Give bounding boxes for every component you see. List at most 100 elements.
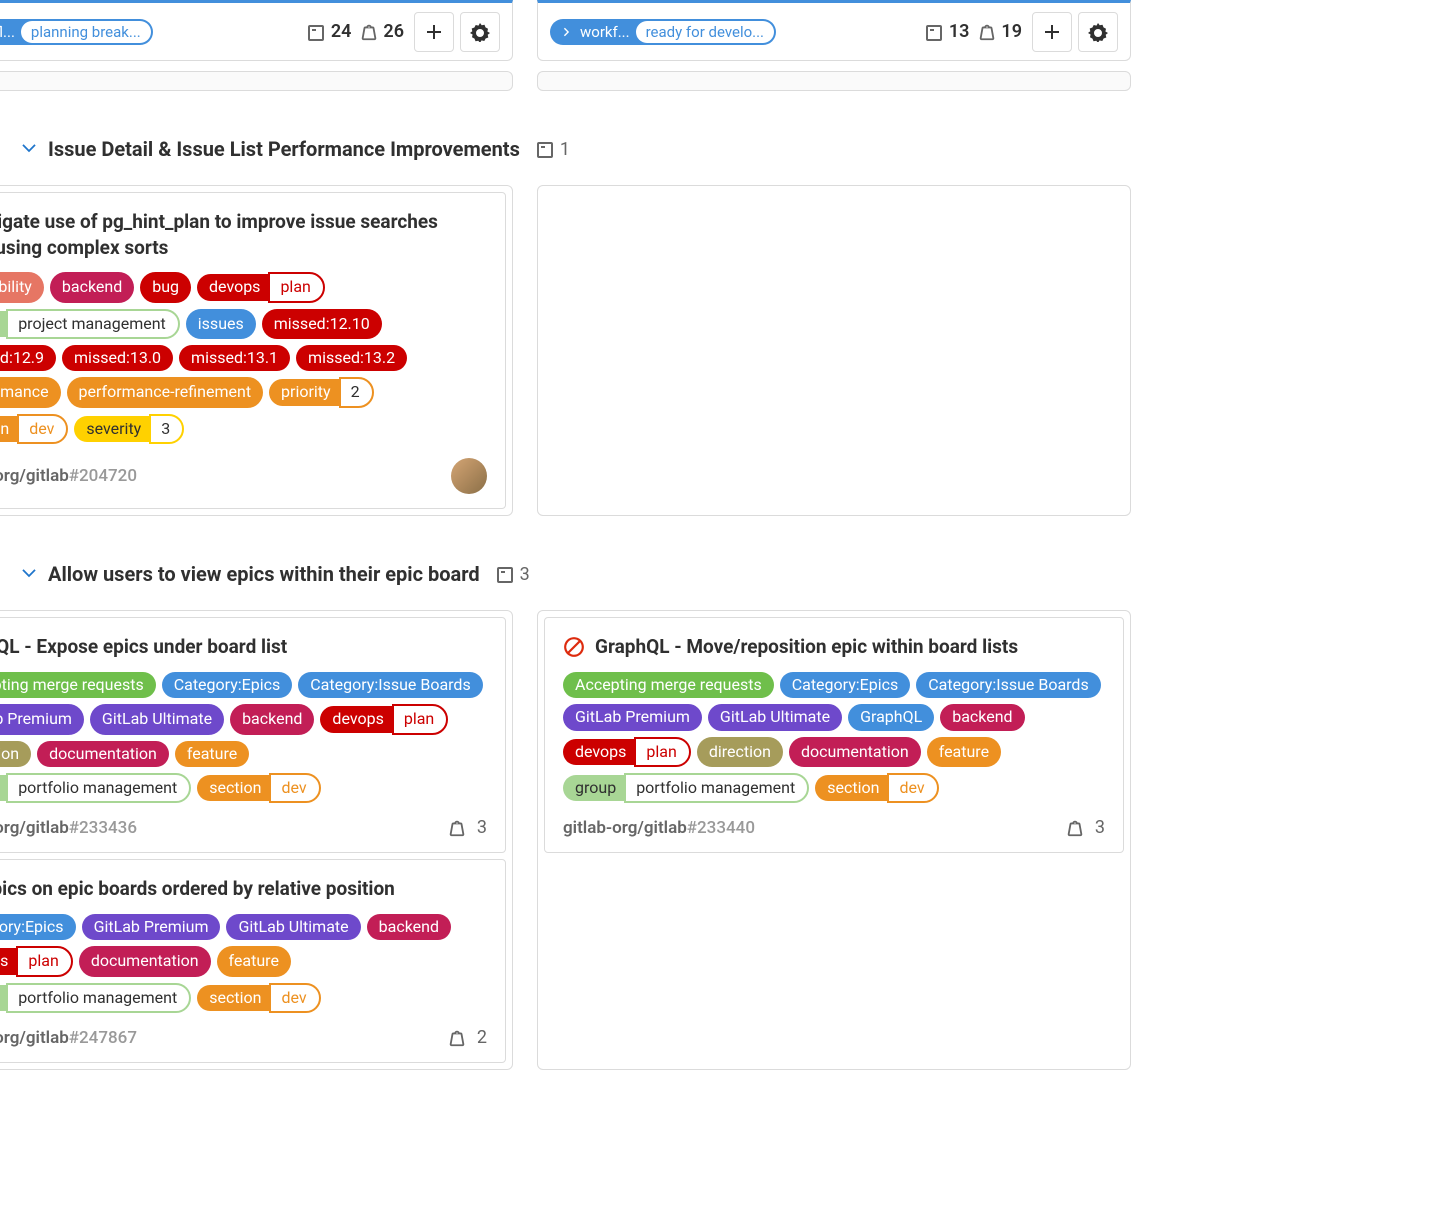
label[interactable]: backend xyxy=(940,704,1024,730)
label[interactable]: feature xyxy=(927,737,1001,767)
gear-icon xyxy=(470,22,490,42)
label[interactable]: missed:12.10 xyxy=(262,309,382,339)
label-section[interactable]: sectiondev xyxy=(815,773,938,803)
plus-icon xyxy=(1042,22,1062,42)
card-reference[interactable]: gitlab-org/gitlab#204720 xyxy=(0,466,137,486)
label[interactable]: missed:12.9 xyxy=(0,345,56,371)
chevron-down-icon xyxy=(20,138,38,156)
label[interactable]: bug xyxy=(140,272,191,302)
swimlane-toggle[interactable] xyxy=(20,563,38,585)
column-card-count: 13 xyxy=(925,21,970,42)
card-reference[interactable]: gitlab-org/gitlab#233436 xyxy=(0,818,137,838)
label-devops[interactable]: devopsplan xyxy=(320,704,448,734)
issue-card[interactable]: GraphQL - Move/reposition epic within bo… xyxy=(544,617,1124,853)
label[interactable]: availability xyxy=(0,272,44,302)
swimlanes-container: Issue Detail & Issue List Performance Im… xyxy=(0,133,1456,1070)
label[interactable]: Category:Issue Boards xyxy=(298,672,482,698)
card-icon xyxy=(307,22,327,42)
label-devops[interactable]: devopsplan xyxy=(0,946,73,976)
column-weight: 19 xyxy=(977,21,1022,42)
label[interactable]: GitLab Premium xyxy=(563,704,702,730)
swimlane-title: Allow users to view epics within their e… xyxy=(48,562,480,586)
label[interactable]: feature xyxy=(175,741,249,767)
card-labels: Category:EpicsGitLab PremiumGitLab Ultim… xyxy=(0,914,487,1013)
board-column-headers: 2 0 workfl... planning break... xyxy=(0,0,1456,91)
label[interactable]: GraphQL xyxy=(848,704,934,730)
issue-card[interactable]: GraphQL - Expose epics under board list … xyxy=(0,617,506,853)
swimlane-cell[interactable]: GraphQL - Expose epics under board list … xyxy=(0,610,513,1070)
label[interactable]: direction xyxy=(697,737,783,767)
column-filter-pill[interactable]: workfl... planning break... xyxy=(0,19,153,45)
label[interactable]: missed:13.0 xyxy=(62,345,173,371)
label[interactable]: missed:13.2 xyxy=(296,345,407,371)
label-section[interactable]: sectiondev xyxy=(0,414,68,444)
card-title: GraphQL - Move/reposition epic within bo… xyxy=(563,634,1105,660)
label-group[interactable]: groupproject management xyxy=(0,309,180,339)
label[interactable]: Accepting merge requests xyxy=(563,672,774,698)
blocked-icon xyxy=(563,636,585,658)
card-weight: 3 xyxy=(447,817,487,838)
issue-card[interactable]: Investigate use of pg_hint_plan to impro… xyxy=(0,192,506,509)
add-card-button[interactable] xyxy=(414,12,454,52)
label[interactable]: direction xyxy=(0,741,31,767)
column-body xyxy=(537,71,1131,91)
label-severity[interactable]: severity3 xyxy=(74,414,184,444)
card-weight: 3 xyxy=(1065,817,1105,838)
swimlane-cell[interactable]: GraphQL - Move/reposition epic within bo… xyxy=(537,610,1131,1070)
card-reference[interactable]: gitlab-org/gitlab#233440 xyxy=(563,818,755,838)
label[interactable]: backend xyxy=(50,272,134,302)
swimlane-cell[interactable]: Investigate use of pg_hint_plan to impro… xyxy=(0,185,513,516)
swimlane-cell[interactable] xyxy=(537,185,1131,516)
label-section[interactable]: sectiondev xyxy=(197,983,320,1013)
avatar[interactable] xyxy=(451,458,487,494)
card-weight: 2 xyxy=(447,1027,487,1048)
chevron-down-icon xyxy=(20,563,38,581)
label[interactable]: GitLab Premium xyxy=(0,704,84,734)
label-group[interactable]: groupportfolio management xyxy=(0,983,191,1013)
label[interactable]: documentation xyxy=(37,741,169,767)
column-settings-button[interactable] xyxy=(1078,12,1118,52)
column-filter-pill[interactable]: workf... ready for develo... xyxy=(550,19,776,45)
label[interactable]: feature xyxy=(217,946,291,976)
column-weight: 26 xyxy=(359,21,404,42)
swimlane-toggle[interactable] xyxy=(20,138,38,160)
label[interactable]: backend xyxy=(367,914,451,940)
label[interactable]: backend xyxy=(230,704,314,734)
label[interactable]: documentation xyxy=(789,737,921,767)
swimlane-row: GraphQL - Expose epics under board list … xyxy=(0,610,1456,1070)
label-group[interactable]: groupportfolio management xyxy=(563,773,809,803)
label[interactable]: missed:13.1 xyxy=(179,345,290,371)
column-settings-button[interactable] xyxy=(460,12,500,52)
weight-icon xyxy=(447,1028,467,1048)
label[interactable]: GitLab Ultimate xyxy=(90,704,224,734)
label[interactable]: Category:Issue Boards xyxy=(916,672,1100,698)
label-group[interactable]: groupportfolio management xyxy=(0,773,191,803)
label[interactable]: Category:Epics xyxy=(780,672,911,698)
label[interactable]: Category:Epics xyxy=(162,672,293,698)
card-labels: availabilitybackendbugdevopsplan grouppro… xyxy=(0,272,487,444)
card-reference[interactable]: gitlab-org/gitlab#247867 xyxy=(0,1028,137,1048)
label[interactable]: GitLab Ultimate xyxy=(708,704,842,730)
label[interactable]: Accepting merge requests xyxy=(0,672,156,698)
issue-card[interactable]: List epics on epic boards ordered by rel… xyxy=(0,859,506,1063)
label-devops[interactable]: devopsplan xyxy=(563,737,691,767)
label[interactable]: Category:Epics xyxy=(0,914,76,940)
label[interactable]: performance-refinement xyxy=(67,377,264,407)
label[interactable]: GitLab Premium xyxy=(82,914,221,940)
label[interactable]: issues xyxy=(186,309,256,339)
add-card-button[interactable] xyxy=(1032,12,1072,52)
label[interactable]: documentation xyxy=(79,946,211,976)
column-card-count: 24 xyxy=(307,21,352,42)
column-header: workf... ready for develo... 13 19 xyxy=(537,0,1131,61)
label[interactable]: GitLab Ultimate xyxy=(226,914,360,940)
weight-icon xyxy=(977,22,997,42)
swimlane-header: Allow users to view epics within their e… xyxy=(0,558,1456,590)
label-devops[interactable]: devopsplan xyxy=(197,272,325,302)
swimlane-count: 3 xyxy=(496,564,530,585)
label-priority[interactable]: priority2 xyxy=(269,377,374,407)
label[interactable]: performance xyxy=(0,377,61,407)
column-body xyxy=(0,71,513,91)
weight-icon xyxy=(359,22,379,42)
swimlane-row: Investigate use of pg_hint_plan to impro… xyxy=(0,185,1456,516)
label-section[interactable]: sectiondev xyxy=(197,773,320,803)
